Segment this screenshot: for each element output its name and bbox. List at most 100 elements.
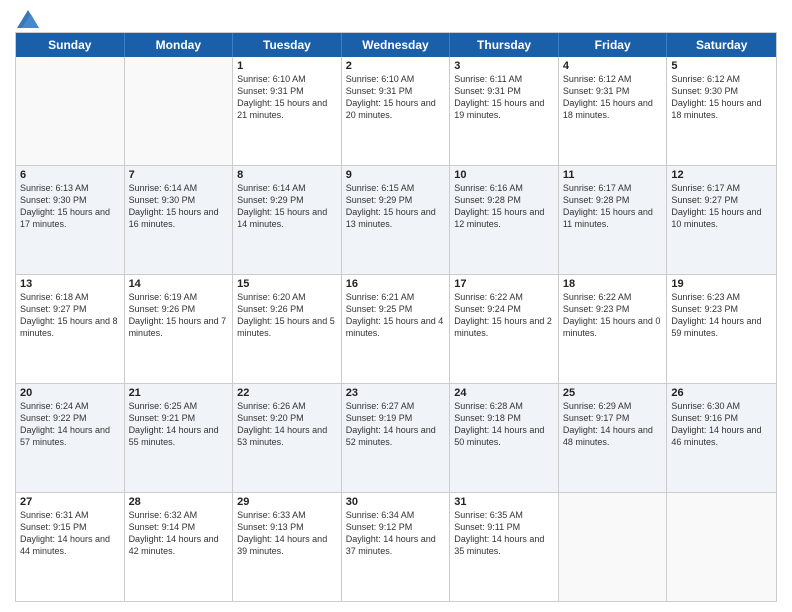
day-info: Sunrise: 6:18 AM Sunset: 9:27 PM Dayligh… bbox=[20, 291, 120, 340]
day-info: Sunrise: 6:17 AM Sunset: 9:28 PM Dayligh… bbox=[563, 182, 663, 231]
day-number: 17 bbox=[454, 278, 554, 290]
calendar-day-13: 13Sunrise: 6:18 AM Sunset: 9:27 PM Dayli… bbox=[16, 275, 125, 383]
calendar-day-26: 26Sunrise: 6:30 AM Sunset: 9:16 PM Dayli… bbox=[667, 384, 776, 492]
calendar-day-21: 21Sunrise: 6:25 AM Sunset: 9:21 PM Dayli… bbox=[125, 384, 234, 492]
calendar-day-27: 27Sunrise: 6:31 AM Sunset: 9:15 PM Dayli… bbox=[16, 493, 125, 601]
day-number: 18 bbox=[563, 278, 663, 290]
calendar-day-9: 9Sunrise: 6:15 AM Sunset: 9:29 PM Daylig… bbox=[342, 166, 451, 274]
calendar-day-3: 3Sunrise: 6:11 AM Sunset: 9:31 PM Daylig… bbox=[450, 57, 559, 165]
calendar-day-7: 7Sunrise: 6:14 AM Sunset: 9:30 PM Daylig… bbox=[125, 166, 234, 274]
calendar-day-20: 20Sunrise: 6:24 AM Sunset: 9:22 PM Dayli… bbox=[16, 384, 125, 492]
day-info: Sunrise: 6:32 AM Sunset: 9:14 PM Dayligh… bbox=[129, 509, 229, 558]
day-info: Sunrise: 6:11 AM Sunset: 9:31 PM Dayligh… bbox=[454, 73, 554, 122]
calendar-empty-cell bbox=[559, 493, 668, 601]
header bbox=[15, 10, 777, 24]
day-number: 23 bbox=[346, 387, 446, 399]
page: SundayMondayTuesdayWednesdayThursdayFrid… bbox=[0, 0, 792, 612]
calendar-day-10: 10Sunrise: 6:16 AM Sunset: 9:28 PM Dayli… bbox=[450, 166, 559, 274]
day-number: 1 bbox=[237, 60, 337, 72]
calendar-empty-cell bbox=[16, 57, 125, 165]
day-info: Sunrise: 6:12 AM Sunset: 9:31 PM Dayligh… bbox=[563, 73, 663, 122]
day-info: Sunrise: 6:34 AM Sunset: 9:12 PM Dayligh… bbox=[346, 509, 446, 558]
calendar-day-23: 23Sunrise: 6:27 AM Sunset: 9:19 PM Dayli… bbox=[342, 384, 451, 492]
day-number: 4 bbox=[563, 60, 663, 72]
calendar-day-12: 12Sunrise: 6:17 AM Sunset: 9:27 PM Dayli… bbox=[667, 166, 776, 274]
calendar-day-11: 11Sunrise: 6:17 AM Sunset: 9:28 PM Dayli… bbox=[559, 166, 668, 274]
calendar-day-28: 28Sunrise: 6:32 AM Sunset: 9:14 PM Dayli… bbox=[125, 493, 234, 601]
calendar-week-3: 13Sunrise: 6:18 AM Sunset: 9:27 PM Dayli… bbox=[16, 274, 776, 383]
day-number: 26 bbox=[671, 387, 772, 399]
day-info: Sunrise: 6:14 AM Sunset: 9:30 PM Dayligh… bbox=[129, 182, 229, 231]
calendar-week-1: 1Sunrise: 6:10 AM Sunset: 9:31 PM Daylig… bbox=[16, 57, 776, 165]
day-info: Sunrise: 6:21 AM Sunset: 9:25 PM Dayligh… bbox=[346, 291, 446, 340]
day-info: Sunrise: 6:23 AM Sunset: 9:23 PM Dayligh… bbox=[671, 291, 772, 340]
calendar-day-2: 2Sunrise: 6:10 AM Sunset: 9:31 PM Daylig… bbox=[342, 57, 451, 165]
day-number: 9 bbox=[346, 169, 446, 181]
calendar-day-22: 22Sunrise: 6:26 AM Sunset: 9:20 PM Dayli… bbox=[233, 384, 342, 492]
day-number: 30 bbox=[346, 496, 446, 508]
day-number: 28 bbox=[129, 496, 229, 508]
day-info: Sunrise: 6:26 AM Sunset: 9:20 PM Dayligh… bbox=[237, 400, 337, 449]
day-number: 10 bbox=[454, 169, 554, 181]
day-number: 14 bbox=[129, 278, 229, 290]
day-info: Sunrise: 6:24 AM Sunset: 9:22 PM Dayligh… bbox=[20, 400, 120, 449]
calendar-day-29: 29Sunrise: 6:33 AM Sunset: 9:13 PM Dayli… bbox=[233, 493, 342, 601]
day-number: 3 bbox=[454, 60, 554, 72]
day-info: Sunrise: 6:19 AM Sunset: 9:26 PM Dayligh… bbox=[129, 291, 229, 340]
day-number: 7 bbox=[129, 169, 229, 181]
day-info: Sunrise: 6:12 AM Sunset: 9:30 PM Dayligh… bbox=[671, 73, 772, 122]
header-day-tuesday: Tuesday bbox=[233, 33, 342, 57]
day-number: 27 bbox=[20, 496, 120, 508]
day-info: Sunrise: 6:14 AM Sunset: 9:29 PM Dayligh… bbox=[237, 182, 337, 231]
day-info: Sunrise: 6:15 AM Sunset: 9:29 PM Dayligh… bbox=[346, 182, 446, 231]
day-info: Sunrise: 6:27 AM Sunset: 9:19 PM Dayligh… bbox=[346, 400, 446, 449]
calendar-body: 1Sunrise: 6:10 AM Sunset: 9:31 PM Daylig… bbox=[16, 57, 776, 601]
calendar-day-19: 19Sunrise: 6:23 AM Sunset: 9:23 PM Dayli… bbox=[667, 275, 776, 383]
day-number: 11 bbox=[563, 169, 663, 181]
day-info: Sunrise: 6:22 AM Sunset: 9:23 PM Dayligh… bbox=[563, 291, 663, 340]
day-info: Sunrise: 6:17 AM Sunset: 9:27 PM Dayligh… bbox=[671, 182, 772, 231]
calendar-day-31: 31Sunrise: 6:35 AM Sunset: 9:11 PM Dayli… bbox=[450, 493, 559, 601]
day-info: Sunrise: 6:28 AM Sunset: 9:18 PM Dayligh… bbox=[454, 400, 554, 449]
day-number: 6 bbox=[20, 169, 120, 181]
day-number: 21 bbox=[129, 387, 229, 399]
calendar-day-30: 30Sunrise: 6:34 AM Sunset: 9:12 PM Dayli… bbox=[342, 493, 451, 601]
day-number: 31 bbox=[454, 496, 554, 508]
day-info: Sunrise: 6:10 AM Sunset: 9:31 PM Dayligh… bbox=[237, 73, 337, 122]
calendar-day-1: 1Sunrise: 6:10 AM Sunset: 9:31 PM Daylig… bbox=[233, 57, 342, 165]
calendar-day-15: 15Sunrise: 6:20 AM Sunset: 9:26 PM Dayli… bbox=[233, 275, 342, 383]
day-info: Sunrise: 6:20 AM Sunset: 9:26 PM Dayligh… bbox=[237, 291, 337, 340]
day-info: Sunrise: 6:25 AM Sunset: 9:21 PM Dayligh… bbox=[129, 400, 229, 449]
day-number: 8 bbox=[237, 169, 337, 181]
day-number: 16 bbox=[346, 278, 446, 290]
header-day-thursday: Thursday bbox=[450, 33, 559, 57]
header-day-friday: Friday bbox=[559, 33, 668, 57]
day-number: 19 bbox=[671, 278, 772, 290]
day-info: Sunrise: 6:31 AM Sunset: 9:15 PM Dayligh… bbox=[20, 509, 120, 558]
calendar-day-17: 17Sunrise: 6:22 AM Sunset: 9:24 PM Dayli… bbox=[450, 275, 559, 383]
day-number: 5 bbox=[671, 60, 772, 72]
calendar-header: SundayMondayTuesdayWednesdayThursdayFrid… bbox=[16, 33, 776, 57]
day-info: Sunrise: 6:13 AM Sunset: 9:30 PM Dayligh… bbox=[20, 182, 120, 231]
calendar-day-4: 4Sunrise: 6:12 AM Sunset: 9:31 PM Daylig… bbox=[559, 57, 668, 165]
calendar-day-24: 24Sunrise: 6:28 AM Sunset: 9:18 PM Dayli… bbox=[450, 384, 559, 492]
calendar-empty-cell bbox=[667, 493, 776, 601]
day-number: 2 bbox=[346, 60, 446, 72]
calendar: SundayMondayTuesdayWednesdayThursdayFrid… bbox=[15, 32, 777, 602]
day-number: 15 bbox=[237, 278, 337, 290]
calendar-week-4: 20Sunrise: 6:24 AM Sunset: 9:22 PM Dayli… bbox=[16, 383, 776, 492]
day-number: 25 bbox=[563, 387, 663, 399]
day-info: Sunrise: 6:22 AM Sunset: 9:24 PM Dayligh… bbox=[454, 291, 554, 340]
day-number: 20 bbox=[20, 387, 120, 399]
day-info: Sunrise: 6:29 AM Sunset: 9:17 PM Dayligh… bbox=[563, 400, 663, 449]
calendar-empty-cell bbox=[125, 57, 234, 165]
day-info: Sunrise: 6:30 AM Sunset: 9:16 PM Dayligh… bbox=[671, 400, 772, 449]
calendar-day-6: 6Sunrise: 6:13 AM Sunset: 9:30 PM Daylig… bbox=[16, 166, 125, 274]
calendar-day-25: 25Sunrise: 6:29 AM Sunset: 9:17 PM Dayli… bbox=[559, 384, 668, 492]
day-info: Sunrise: 6:10 AM Sunset: 9:31 PM Dayligh… bbox=[346, 73, 446, 122]
day-number: 12 bbox=[671, 169, 772, 181]
calendar-day-5: 5Sunrise: 6:12 AM Sunset: 9:30 PM Daylig… bbox=[667, 57, 776, 165]
header-day-sunday: Sunday bbox=[16, 33, 125, 57]
calendar-day-8: 8Sunrise: 6:14 AM Sunset: 9:29 PM Daylig… bbox=[233, 166, 342, 274]
calendar-week-2: 6Sunrise: 6:13 AM Sunset: 9:30 PM Daylig… bbox=[16, 165, 776, 274]
